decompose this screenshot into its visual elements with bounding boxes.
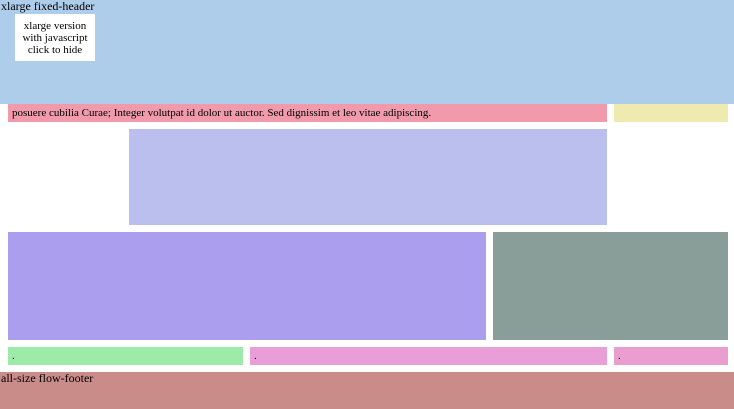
lavender-block [129, 129, 607, 225]
green-block: . [8, 347, 243, 365]
pink-block: . [250, 347, 607, 365]
gray-block [493, 232, 728, 340]
hide-header-toggle[interactable]: xlarge version with javascript click to … [15, 14, 95, 61]
toggle-text-line-2: with javascript [22, 32, 88, 44]
purple-block [8, 232, 486, 340]
text-block: posuere cubilia Curae; Integer volutpat … [8, 104, 607, 122]
flow-footer: all-size flow-footer [0, 372, 734, 409]
toggle-text-line-3: click to hide [27, 44, 83, 56]
header-label: xlarge fixed-header [1, 0, 95, 13]
yellow-block [614, 104, 728, 122]
pink-block-small: . [614, 347, 728, 365]
fixed-header: xlarge fixed-header xlarge version with … [0, 0, 734, 104]
page: xlarge fixed-header xlarge version with … [0, 0, 734, 409]
footer-label: all-size flow-footer [1, 371, 94, 385]
toggle-text-line-1: xlarge version [23, 20, 87, 32]
